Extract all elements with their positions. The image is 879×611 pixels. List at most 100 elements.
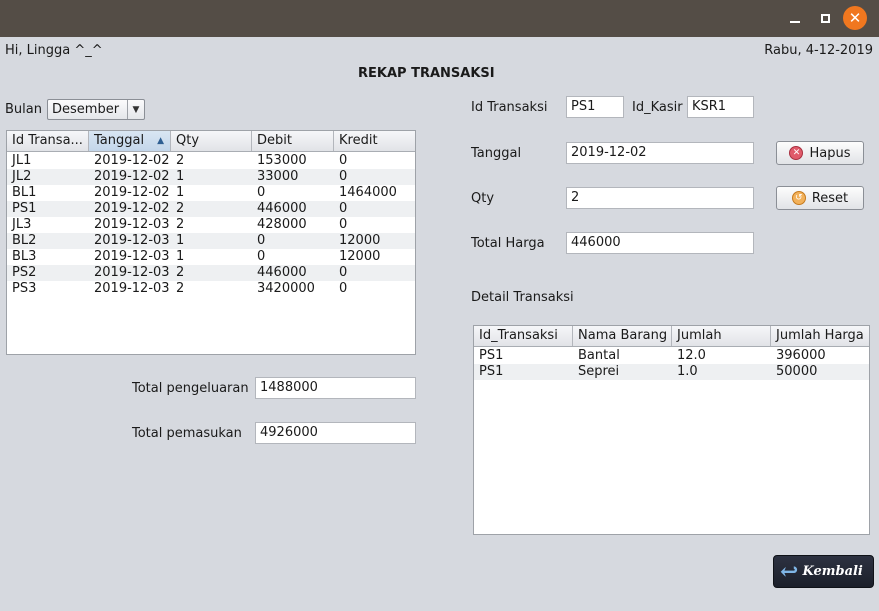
table-cell: 0 [257, 249, 266, 264]
table-cell: BL3 [12, 249, 37, 264]
table-cell: JL1 [12, 153, 32, 168]
table-row[interactable]: BL2 2019-12-03 1 0 12000 [7, 233, 415, 249]
table-cell: 2019-12-03 [94, 281, 170, 296]
column-header[interactable]: Nama Barang [573, 326, 672, 346]
table-row[interactable]: PS1 Seprei 1.0 50000 [474, 364, 869, 380]
table-cell: 12000 [339, 233, 381, 248]
column-header[interactable]: Debit [252, 131, 334, 151]
table-row[interactable]: PS1 Bantal 12.0 396000 [474, 348, 869, 364]
table-cell: BL2 [12, 233, 37, 248]
id-transaksi-label: Id Transaksi [471, 100, 548, 115]
table-row[interactable]: BL3 2019-12-03 1 0 12000 [7, 249, 415, 265]
table-cell: 446000 [257, 201, 307, 216]
table-row[interactable]: JL2 2019-12-02 1 33000 0 [7, 169, 415, 185]
table-cell: 2019-12-03 [94, 233, 170, 248]
minimize-button[interactable] [784, 7, 806, 29]
column-header[interactable]: Id Transa... [7, 131, 89, 151]
table-cell: 2019-12-02 [94, 201, 170, 216]
maximize-button[interactable] [814, 7, 836, 29]
bulan-label: Bulan [5, 102, 42, 117]
qty-label: Qty [471, 191, 495, 206]
column-header[interactable]: Kredit [334, 131, 415, 151]
rekap-table[interactable]: Id Transa... Tanggal ▲ Qty Debit Kredit J… [6, 130, 416, 355]
rekap-table-body: JL1 2019-12-02 2 153000 0 JL2 2019-12-02 1 33000… [7, 153, 415, 297]
rekap-table-header: Id Transa... Tanggal ▲ Qty Debit Kredit [7, 131, 415, 152]
qty-field[interactable]: 2 [566, 187, 754, 209]
maximize-icon [820, 13, 830, 23]
reset-icon: ↺ [791, 191, 806, 205]
greeting-text: Hi, Lingga ^_^ [5, 43, 103, 58]
total-pengeluaran-label: Total pengeluaran [132, 381, 249, 396]
column-header[interactable]: Qty [171, 131, 252, 151]
table-cell: 0 [257, 233, 266, 248]
table-row[interactable]: JL3 2019-12-03 2 428000 0 [7, 217, 415, 233]
table-cell: PS3 [12, 281, 37, 296]
window-titlebar: ✕ [0, 0, 879, 37]
close-button[interactable]: ✕ [843, 6, 867, 30]
total-harga-label: Total Harga [471, 236, 545, 251]
table-cell: 2019-12-03 [94, 217, 170, 232]
tanggal-field[interactable]: 2019-12-02 [566, 142, 754, 164]
table-cell: 2 [176, 265, 185, 280]
bulan-select-value: Desember [52, 102, 120, 117]
table-cell: PS1 [479, 348, 504, 363]
table-cell: 2 [176, 153, 185, 168]
table-cell: Bantal [578, 348, 620, 363]
kembali-button-label: Kembali [802, 564, 863, 579]
tanggal-label: Tanggal [471, 146, 522, 161]
total-harga-field[interactable]: 446000 [566, 232, 754, 254]
column-header[interactable]: Jumlah Harga [771, 326, 869, 346]
detail-table-header: Id_Transaksi Nama Barang Jumlah Jumlah H… [474, 326, 869, 347]
total-pemasukan-label: Total pemasukan [132, 426, 242, 441]
hapus-button[interactable]: ✕ Hapus [776, 141, 864, 165]
delete-icon: ✕ [789, 146, 804, 160]
detail-table[interactable]: Id_Transaksi Nama Barang Jumlah Jumlah H… [473, 325, 870, 535]
table-cell: 2 [176, 281, 185, 296]
column-header[interactable]: Id_Transaksi [474, 326, 573, 346]
table-row[interactable]: PS1 2019-12-02 2 446000 0 [7, 201, 415, 217]
table-cell: 1 [176, 233, 185, 248]
reset-button[interactable]: ↺ Reset [776, 186, 864, 210]
table-row[interactable]: JL1 2019-12-02 2 153000 0 [7, 153, 415, 169]
table-row[interactable]: PS3 2019-12-03 2 3420000 0 [7, 281, 415, 297]
table-cell: 0 [339, 265, 348, 280]
total-pemasukan-field[interactable]: 4926000 [255, 422, 416, 444]
total-pengeluaran-field[interactable]: 1488000 [255, 377, 416, 399]
table-cell: 0 [339, 281, 348, 296]
bulan-select[interactable]: Desember ▼ [47, 99, 145, 120]
table-cell: 0 [339, 217, 348, 232]
reset-button-label: Reset [811, 190, 849, 206]
page-title: REKAP TRANSAKSI [358, 66, 495, 81]
table-cell: 2 [176, 201, 185, 216]
chevron-down-icon[interactable]: ▼ [127, 100, 144, 119]
table-cell: BL1 [12, 185, 37, 200]
table-cell: 2019-12-02 [94, 169, 170, 184]
close-icon: ✕ [848, 9, 862, 27]
table-cell: 1 [176, 185, 185, 200]
date-text: Rabu, 4-12-2019 [764, 43, 873, 58]
table-cell: 0 [339, 201, 348, 216]
column-header-label: Tanggal [94, 133, 145, 148]
column-header[interactable]: Jumlah [672, 326, 771, 346]
back-arrow-icon: ↩ [780, 558, 799, 585]
id-transaksi-field[interactable]: PS1 [566, 96, 624, 118]
column-header-sorted[interactable]: Tanggal ▲ [89, 131, 171, 151]
table-cell: 2019-12-02 [94, 153, 170, 168]
table-cell: 0 [339, 169, 348, 184]
table-row[interactable]: BL1 2019-12-02 1 0 1464000 [7, 185, 415, 201]
kembali-button[interactable]: ↩ Kembali [773, 555, 874, 588]
table-cell: 1.0 [677, 364, 698, 379]
table-cell: 446000 [257, 265, 307, 280]
table-cell: JL2 [12, 169, 32, 184]
table-cell: 396000 [776, 348, 826, 363]
table-cell: 2 [176, 217, 185, 232]
id-kasir-field[interactable]: KSR1 [687, 96, 754, 118]
table-row[interactable]: PS2 2019-12-03 2 446000 0 [7, 265, 415, 281]
table-cell: PS1 [12, 201, 37, 216]
table-cell: JL3 [12, 217, 32, 232]
minimize-icon [790, 21, 800, 23]
table-cell: 33000 [257, 169, 299, 184]
table-cell: 1464000 [339, 185, 397, 200]
detail-table-body: PS1 Bantal 12.0 396000 PS1 Seprei 1.0 50000 [474, 348, 869, 380]
table-cell: 3420000 [257, 281, 315, 296]
